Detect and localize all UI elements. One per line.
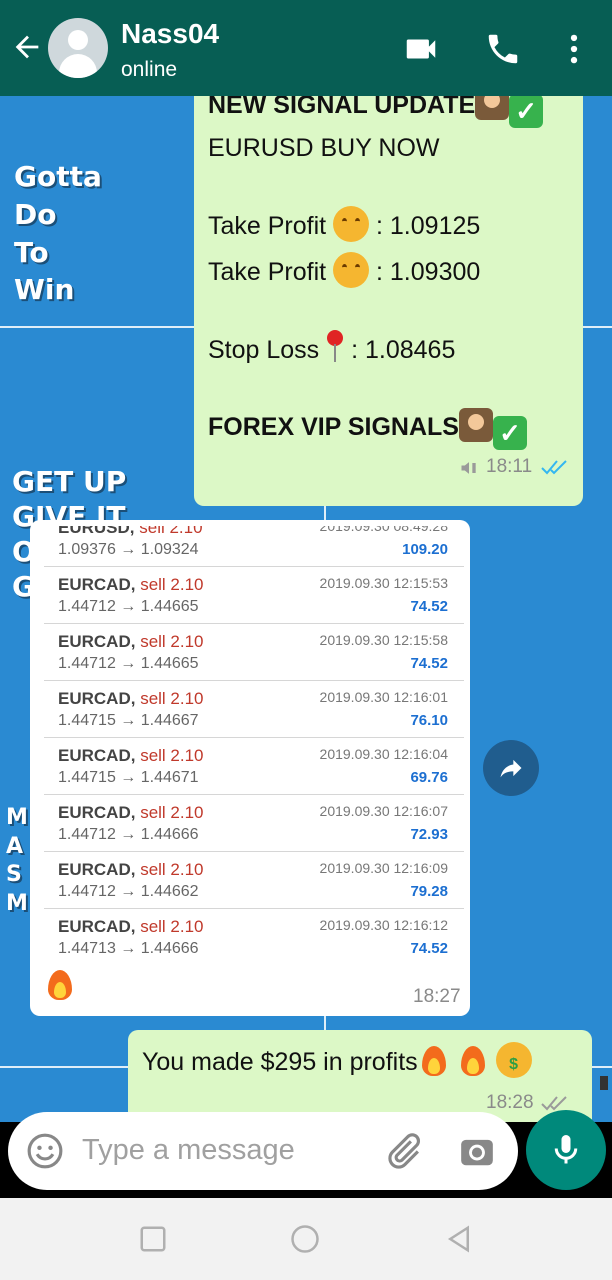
message-time: 18:28 [486,1092,534,1113]
fire-emoji-icon [457,1042,489,1078]
signal-title: NEW SIGNAL UPDATE [208,96,476,119]
read-ticks-icon [541,460,567,475]
teacher-emoji-icon [475,96,510,120]
take-profit-1: Take Profit : 1.09125 [208,206,480,242]
trade-row: EURCAD, sell 2.10 1.44712 → 1.44665 2019… [44,567,464,624]
nav-recents-icon[interactable] [138,1224,168,1254]
profit-message[interactable]: You made $295 in profits 18:28 [128,1030,592,1122]
hugging-emoji-icon [333,206,370,242]
hugging-emoji-icon [333,252,370,288]
signal-message[interactable]: NEW SIGNAL UPDATE ✓ EURUSD BUY NOW Take P… [194,96,583,506]
chat-header: Nass04 online [0,0,612,96]
money-mouth-emoji-icon [495,1042,532,1078]
teacher-emoji-icon [458,408,493,442]
nav-back-icon[interactable] [444,1224,474,1254]
message-input[interactable]: Type a message [82,1134,295,1167]
attach-icon[interactable] [382,1130,424,1172]
signal-footer: FOREX VIP SIGNALS [208,413,459,441]
trade-history-image[interactable]: EURUSD, sell 2.10 1.09376 → 1.09324 2019… [36,526,464,954]
forward-button[interactable] [483,740,539,796]
signal-title-line: NEW SIGNAL UPDATE ✓ [208,96,544,128]
trade-row: EURUSD, sell 2.10 1.09376 → 1.09324 2019… [44,526,464,567]
fire-emoji-icon [44,966,76,1002]
mic-icon [554,1135,578,1164]
phone-icon[interactable] [484,30,522,68]
signal-order: EURUSD BUY NOW [208,134,440,162]
trade-row: EURCAD, sell 2.10 1.44712 → 1.44662 2019… [44,852,464,909]
voice-record-button[interactable] [526,1110,606,1190]
back-arrow-icon[interactable] [10,30,44,64]
trade-row: EURCAD, sell 2.10 1.44715 → 1.44667 2019… [44,681,464,738]
trade-row: EURCAD, sell 2.10 1.44712 → 1.44665 2019… [44,624,464,681]
pushpin-emoji-icon [326,330,344,364]
video-call-icon[interactable] [402,30,440,68]
fire-emoji-icon [418,1042,450,1078]
scroll-indicator [600,1076,608,1090]
contact-name[interactable]: Nass04 [121,18,219,50]
profit-message-line: You made $295 in profits [142,1042,532,1078]
contact-avatar[interactable] [48,18,108,78]
forward-icon [500,759,522,778]
system-nav-bar [0,1198,612,1280]
broadcast-icon [461,462,476,474]
wallpaper-text: Gotta Do To Win [14,160,102,307]
message-time: 18:11 [486,456,533,477]
take-profit-2: Take Profit : 1.09300 [208,252,480,288]
trade-row: EURCAD, sell 2.10 1.44713 → 1.44666 2019… [44,909,464,954]
more-vert-icon[interactable] [555,30,593,68]
screenshot-message[interactable]: EURUSD, sell 2.10 1.09376 → 1.09324 2019… [30,520,470,1016]
chat-area[interactable]: Gotta Do To Win GET UP GIVE IT O G M A S… [0,96,612,1122]
check-emoji-icon: ✓ [492,416,527,450]
signal-footer-line: FOREX VIP SIGNALS ✓ [208,408,527,450]
message-composer: Type a message [8,1112,518,1190]
contact-status: online [121,58,178,81]
camera-icon[interactable] [458,1132,496,1170]
wallpaper-text: M A S M [6,805,28,916]
message-time: 18:27 [413,986,461,1007]
emoji-icon[interactable] [26,1132,64,1170]
nav-home-icon[interactable] [290,1224,320,1254]
stop-loss: Stop Loss : 1.08465 [208,330,455,365]
trade-row: EURCAD, sell 2.10 1.44712 → 1.44666 2019… [44,795,464,852]
trade-row: EURCAD, sell 2.10 1.44715 → 1.44671 2019… [44,738,464,795]
check-emoji-icon: ✓ [509,96,544,128]
